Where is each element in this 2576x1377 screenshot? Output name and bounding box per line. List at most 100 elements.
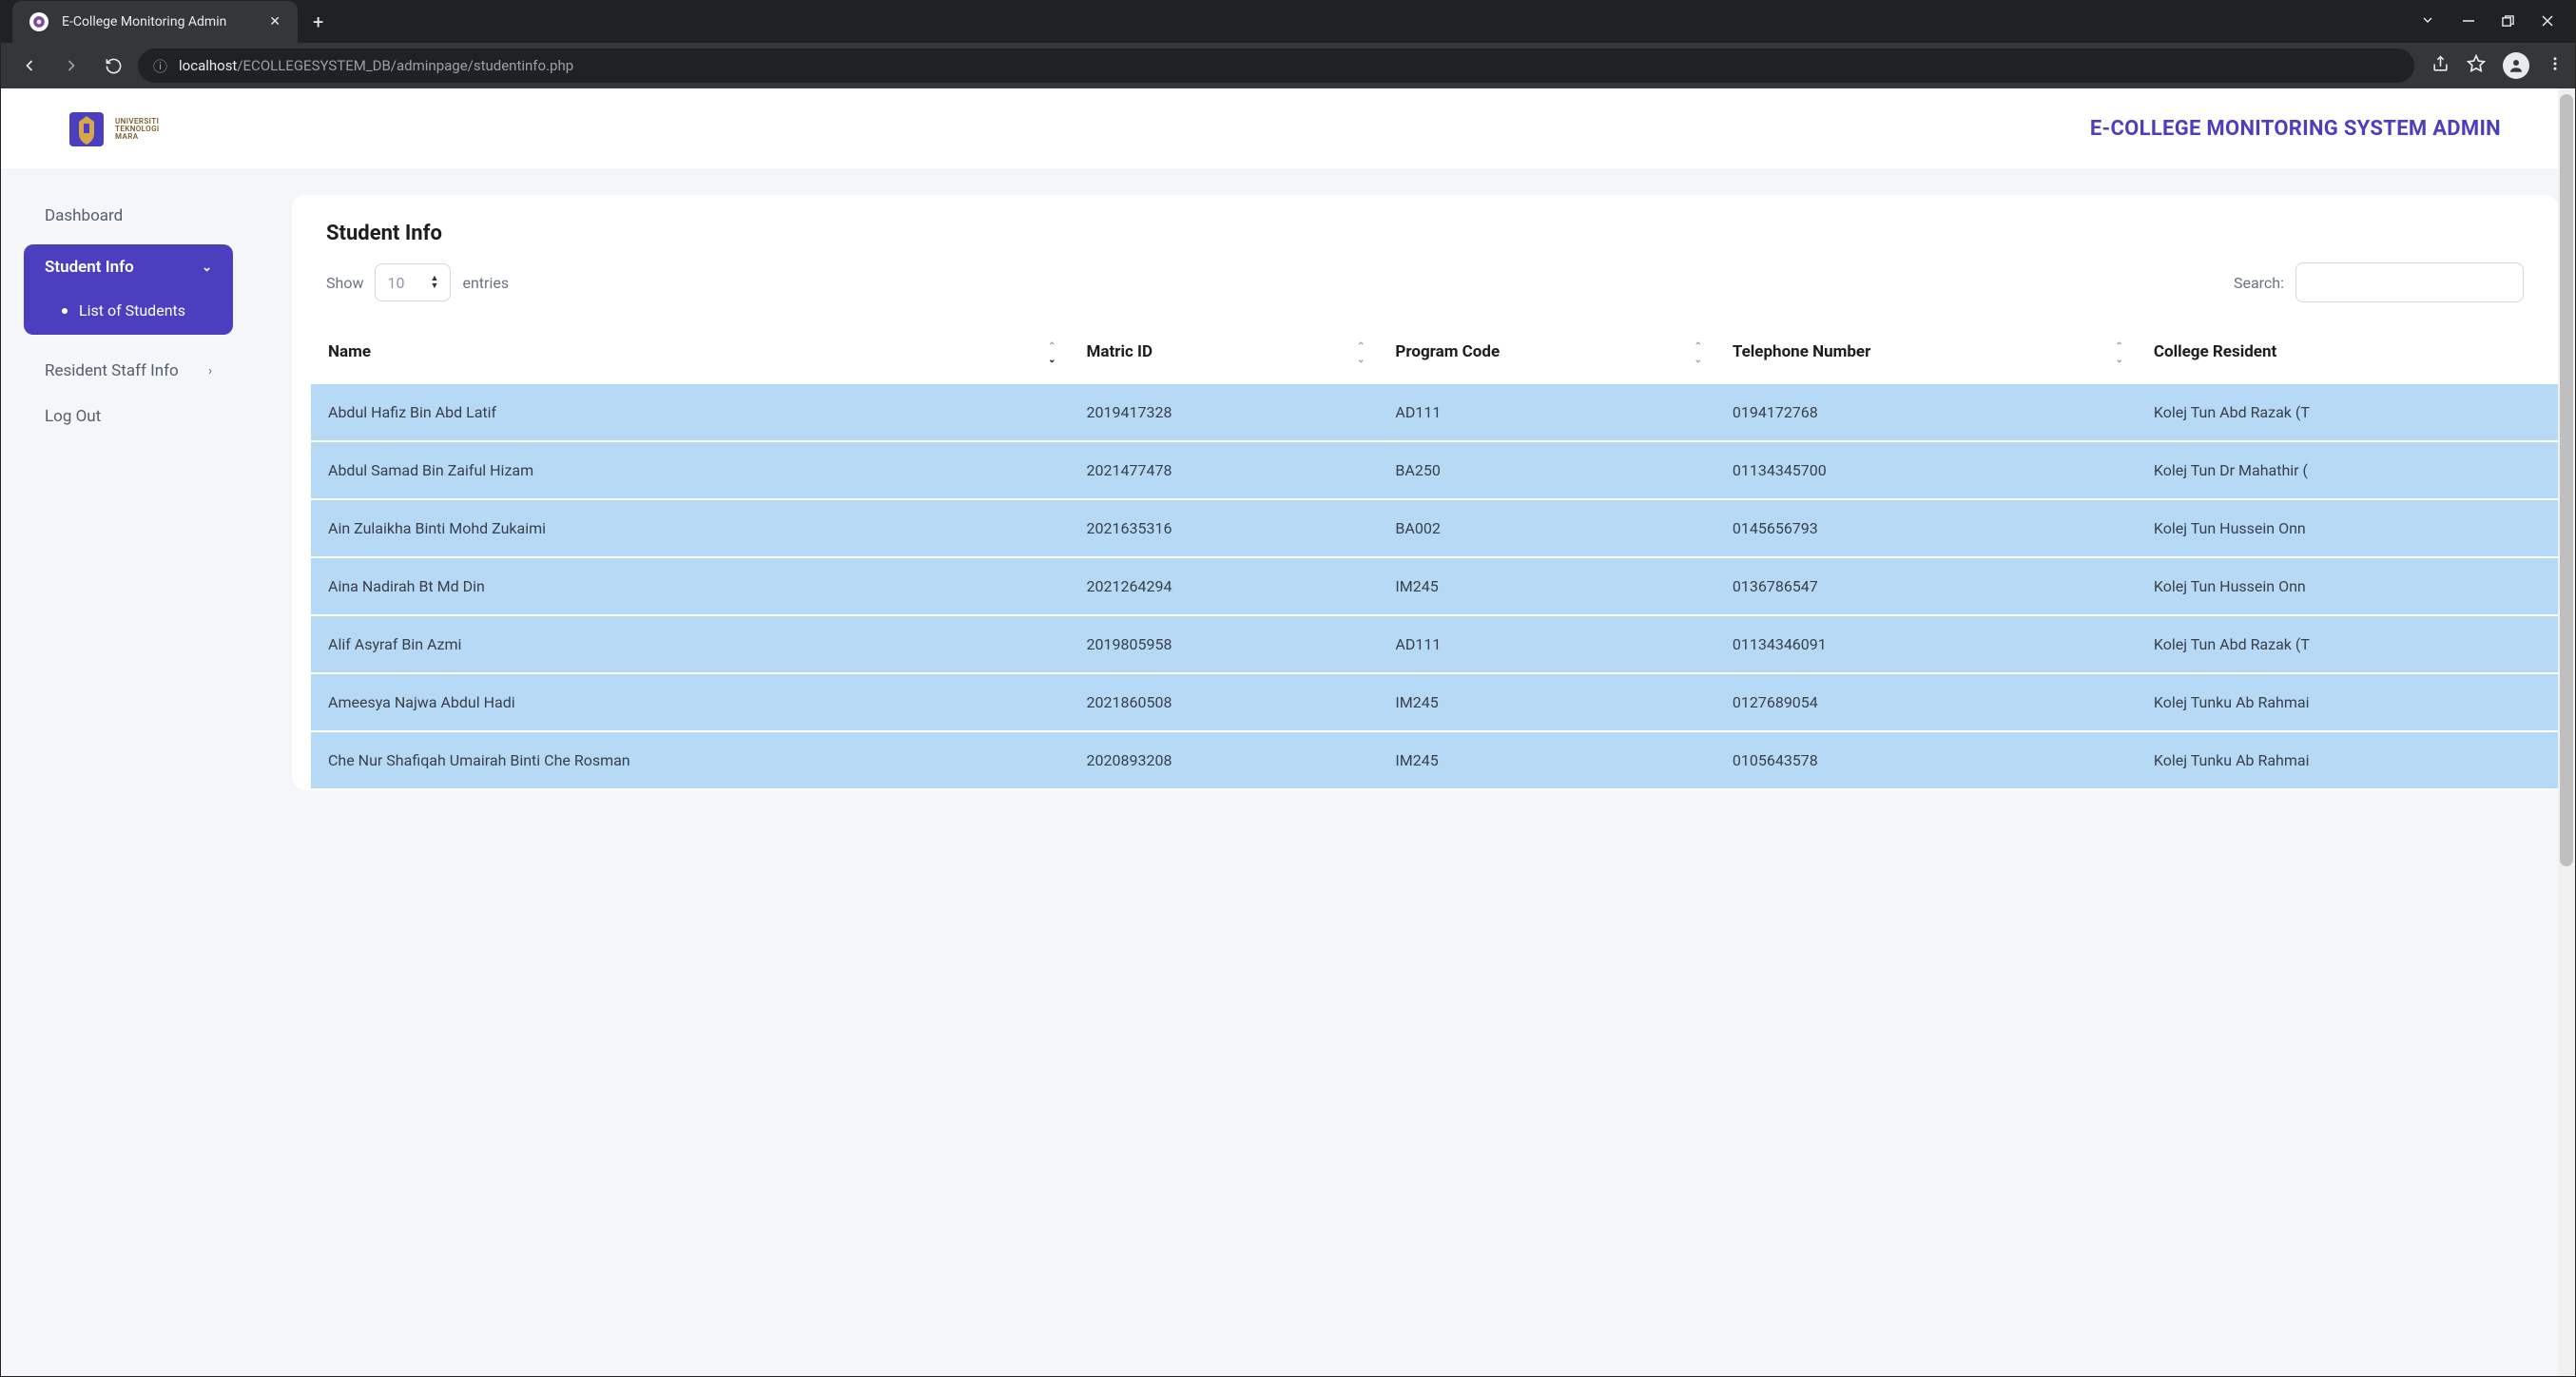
col-header-program[interactable]: Program Code ⌃⌄ — [1378, 327, 1714, 384]
cell-matric: 2019805958 — [1070, 615, 1379, 673]
cell-tel: 01134346091 — [1715, 615, 2137, 673]
table-controls: Show 10 ▲▼ entries Search: — [292, 262, 2558, 327]
table-row[interactable]: Aina Nadirah Bt Md Din2021264294IM245013… — [311, 557, 2558, 615]
reload-button[interactable] — [96, 48, 130, 83]
sort-icon: ⌃⌄ — [1357, 343, 1365, 364]
cell-tel: 0127689054 — [1715, 673, 2137, 731]
tab-favicon — [29, 12, 48, 31]
sidebar-item-student-info[interactable]: Student Info ⌄ — [24, 244, 233, 290]
forward-button[interactable] — [54, 48, 88, 83]
page-length-select[interactable]: 10 ▲▼ — [375, 263, 451, 301]
table-row[interactable]: Ameesya Najwa Abdul Hadi2021860508IM2450… — [311, 673, 2558, 731]
address-bar[interactable]: ⓘ localhost/ECOLLEGESYSTEM_DB/adminpage/… — [138, 48, 2414, 83]
cell-tel: 0145656793 — [1715, 499, 2137, 557]
sidebar-item-label: Log Out — [45, 407, 101, 426]
entries-label: entries — [462, 274, 509, 292]
crest-icon — [68, 110, 106, 148]
table-row[interactable]: Che Nur Shafiqah Umairah Binti Che Rosma… — [311, 731, 2558, 789]
cell-program: AD111 — [1378, 384, 1714, 441]
table-row[interactable]: Ain Zulaikha Binti Mohd Zukaimi202163531… — [311, 499, 2558, 557]
cell-name: Ameesya Najwa Abdul Hadi — [311, 673, 1070, 731]
maximize-icon[interactable] — [2502, 13, 2514, 31]
cell-college: Kolej Tun Dr Mahathir ( — [2137, 441, 2558, 499]
close-window-icon[interactable] — [2541, 13, 2554, 31]
cell-college: Kolej Tunku Ab Rahmai — [2137, 731, 2558, 789]
cell-college: Kolej Tun Hussein Onn — [2137, 557, 2558, 615]
cell-name: Che Nur Shafiqah Umairah Binti Che Rosma… — [311, 731, 1070, 789]
cell-name: Aina Nadirah Bt Md Din — [311, 557, 1070, 615]
col-header-college[interactable]: College Resident — [2137, 327, 2558, 384]
page-length-control: Show 10 ▲▼ entries — [326, 263, 509, 301]
page-length-value: 10 — [387, 274, 404, 292]
close-tab-icon[interactable]: ✕ — [269, 14, 281, 29]
bookmark-star-icon[interactable] — [2467, 54, 2486, 77]
cell-name: Abdul Hafiz Bin Abd Latif — [311, 384, 1070, 441]
table-row[interactable]: Abdul Samad Bin Zaiful Hizam2021477478BA… — [311, 441, 2558, 499]
col-header-tel[interactable]: Telephone Number ⌃⌄ — [1715, 327, 2137, 384]
sidebar-item-label: Resident Staff Info — [45, 361, 179, 380]
cell-college: Kolej Tun Hussein Onn — [2137, 499, 2558, 557]
cell-matric: 2020893208 — [1070, 731, 1379, 789]
cell-college: Kolej Tun Abd Razak (T — [2137, 615, 2558, 673]
sidebar-item-label: Dashboard — [45, 206, 123, 225]
cell-matric: 2021264294 — [1070, 557, 1379, 615]
table-row[interactable]: Abdul Hafiz Bin Abd Latif2019417328AD111… — [311, 384, 2558, 441]
cell-name: Abdul Samad Bin Zaiful Hizam — [311, 441, 1070, 499]
scrollbar-thumb[interactable] — [2560, 94, 2573, 866]
app-title: E-COLLEGE MONITORING SYSTEM ADMIN — [2090, 117, 2501, 141]
cell-matric: 2021635316 — [1070, 499, 1379, 557]
browser-toolbar: ⓘ localhost/ECOLLEGESYSTEM_DB/adminpage/… — [1, 43, 2575, 88]
cell-matric: 2021477478 — [1070, 441, 1379, 499]
sidebar-item-label: List of Students — [79, 301, 185, 320]
browser-tab[interactable]: E-College Monitoring Admin ✕ — [12, 1, 298, 43]
table-search: Search: — [2234, 262, 2524, 302]
logo: UNIVERSITI TEKNOLOGI MARA — [68, 110, 160, 148]
cell-college: Kolej Tunku Ab Rahmai — [2137, 673, 2558, 731]
cell-program: IM245 — [1378, 557, 1714, 615]
tab-title: E-College Monitoring Admin — [62, 14, 256, 29]
sidebar-subitem-list-of-students[interactable]: List of Students — [24, 290, 233, 335]
cell-program: IM245 — [1378, 731, 1714, 789]
sort-icon: ⌃⌄ — [2116, 343, 2123, 364]
main-content: Student Info Show 10 ▲▼ entries — [267, 170, 2558, 1376]
cell-tel: 01134345700 — [1715, 441, 2137, 499]
show-label: Show — [326, 274, 363, 292]
bullet-icon — [62, 308, 68, 314]
sidebar-group-student-info: Student Info ⌄ List of Students — [24, 244, 233, 335]
window-controls — [2399, 1, 2575, 43]
col-header-matric[interactable]: Matric ID ⌃⌄ — [1070, 327, 1379, 384]
cell-tel: 0136786547 — [1715, 557, 2137, 615]
site-info-icon[interactable]: ⓘ — [153, 56, 167, 76]
cell-matric: 2021860508 — [1070, 673, 1379, 731]
search-input[interactable] — [2295, 262, 2524, 302]
students-table: Name ⌃⌄ Matric ID ⌃⌄ Program — [311, 327, 2558, 790]
scrollbar[interactable] — [2558, 88, 2575, 1376]
share-icon[interactable] — [2431, 55, 2450, 77]
minimize-icon[interactable] — [2462, 13, 2475, 31]
new-tab-button[interactable]: + — [313, 10, 323, 33]
profile-avatar[interactable] — [2503, 52, 2529, 79]
sidebar: Dashboard Student Info ⌄ List of Student… — [1, 170, 267, 1376]
url-text: localhost/ECOLLEGESYSTEM_DB/adminpage/st… — [179, 57, 573, 74]
sidebar-item-resident-staff[interactable]: Resident Staff Info › — [24, 348, 233, 394]
page-title: Student Info — [292, 222, 2558, 262]
sort-icon: ⌃⌄ — [1048, 343, 1056, 364]
cell-college: Kolej Tun Abd Razak (T — [2137, 384, 2558, 441]
app-header: UNIVERSITI TEKNOLOGI MARA E-COLLEGE MONI… — [1, 88, 2558, 170]
kebab-menu-icon[interactable] — [2547, 55, 2564, 76]
cell-tel: 0194172768 — [1715, 384, 2137, 441]
table-row[interactable]: Alif Asyraf Bin Azmi2019805958AD11101134… — [311, 615, 2558, 673]
chevron-down-icon[interactable] — [2420, 12, 2435, 31]
app-body: Dashboard Student Info ⌄ List of Student… — [1, 170, 2558, 1376]
cell-program: AD111 — [1378, 615, 1714, 673]
chevron-right-icon: › — [208, 364, 212, 378]
browser-window: E-College Monitoring Admin ✕ + ⓘ localho… — [0, 0, 2576, 1377]
back-button[interactable] — [12, 48, 47, 83]
titlebar: E-College Monitoring Admin ✕ + — [1, 1, 2575, 43]
viewport: UNIVERSITI TEKNOLOGI MARA E-COLLEGE MONI… — [1, 88, 2575, 1376]
spinner-icon: ▲▼ — [431, 275, 439, 290]
sidebar-item-logout[interactable]: Log Out — [24, 394, 233, 439]
table-wrapper: Name ⌃⌄ Matric ID ⌃⌄ Program — [292, 327, 2558, 790]
col-header-name[interactable]: Name ⌃⌄ — [311, 327, 1070, 384]
sidebar-item-dashboard[interactable]: Dashboard — [24, 193, 233, 239]
